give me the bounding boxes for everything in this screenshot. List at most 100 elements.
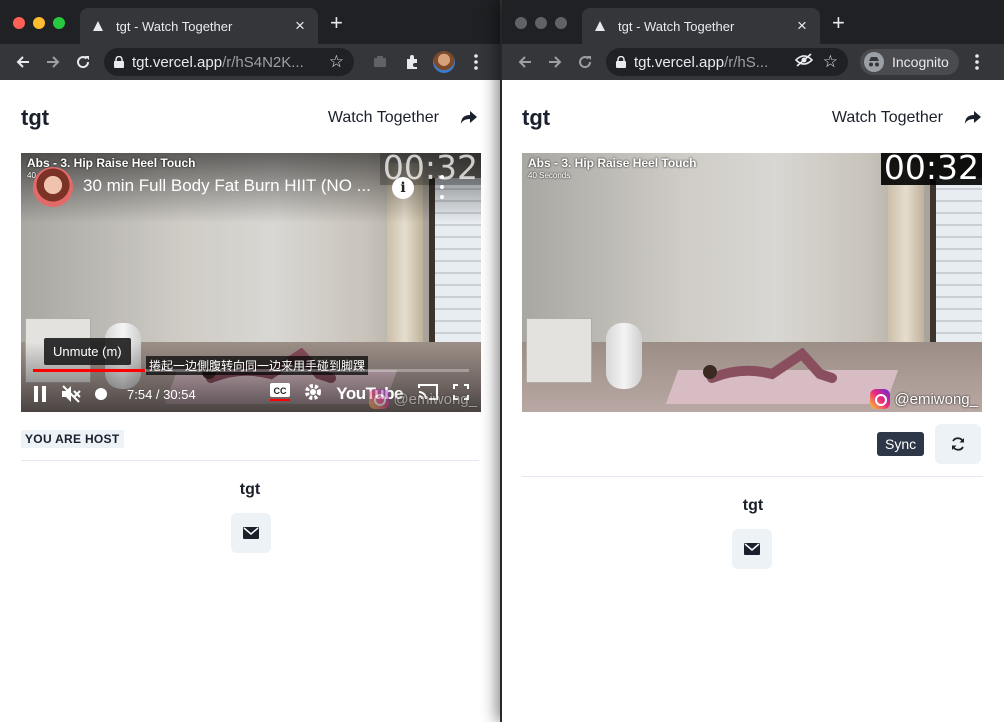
share-icon[interactable] (459, 108, 479, 128)
captions-cc-icon[interactable]: CC (270, 382, 291, 406)
more-options-icon[interactable] (439, 175, 445, 199)
sync-button[interactable] (935, 424, 981, 464)
divider (522, 476, 983, 477)
menu-kebab-icon[interactable] (965, 50, 989, 74)
brand-logo[interactable]: tgt (522, 105, 550, 131)
close-tab-icon[interactable]: × (794, 17, 810, 34)
window-controls (515, 17, 567, 29)
video-stool (606, 323, 642, 389)
instagram-icon (369, 389, 390, 409)
divider (21, 460, 479, 461)
reload-icon[interactable] (68, 47, 98, 77)
url-path: /r/hS... (724, 53, 769, 71)
mail-icon (744, 543, 760, 555)
incognito-label: Incognito (892, 54, 949, 70)
browser-window-right: tgt - Watch Together × + tgt.vercel.app /… (502, 0, 1004, 722)
progress-fill (33, 369, 145, 372)
menu-kebab-icon[interactable] (464, 50, 488, 74)
subtitle-caption: 捲起一边側腹转向同一边来用手碰到脚踝 (146, 356, 369, 375)
exercise-title: Abs - 3. Hip Raise Heel Touch (528, 156, 697, 170)
puzzle-extensions-icon[interactable] (400, 50, 424, 74)
yt-video-title[interactable]: 30 min Full Body Fat Burn HIIT (NO ... (83, 176, 383, 196)
back-icon[interactable] (510, 47, 540, 77)
watermark-handle: @emiwong_ (894, 390, 978, 408)
share-icon[interactable] (963, 108, 983, 128)
tab-strip: tgt - Watch Together × + (0, 0, 500, 44)
browser-toolbar: tgt.vercel.app/r/hS... ☆ Incognito (502, 44, 1004, 80)
url-host: tgt.vercel.app (132, 53, 223, 71)
video-player[interactable]: Abs - 3. Hip Raise Heel Touch 40 Seconds… (522, 153, 982, 412)
window-controls (13, 17, 65, 29)
new-tab-button[interactable]: + (330, 12, 343, 34)
mail-icon (243, 527, 259, 539)
browser-toolbar: tgt.vercel.app/r/hS4N2K... ☆ (0, 44, 500, 80)
progress-bar[interactable] (33, 369, 469, 372)
profile-avatar[interactable] (432, 50, 456, 74)
minimize-window-button[interactable] (33, 17, 45, 29)
instagram-icon (870, 389, 891, 409)
tab-strip: tgt - Watch Together × + (502, 0, 1004, 44)
url-path: /r/hS4N2K... (222, 53, 304, 71)
maximize-window-button[interactable] (53, 17, 65, 29)
lock-icon (114, 56, 124, 68)
email-button[interactable] (732, 529, 772, 569)
watch-together-link[interactable]: Watch Together (328, 109, 439, 127)
volume-slider-knob[interactable] (95, 382, 107, 406)
address-bar[interactable]: tgt.vercel.app/r/hS... ☆ (606, 48, 848, 76)
tab-title: tgt - Watch Together (116, 18, 233, 34)
incognito-icon (864, 52, 884, 72)
pause-icon[interactable] (33, 382, 47, 406)
unmute-tooltip: Unmute (m) (44, 338, 131, 365)
app-header: tgt Watch Together (21, 105, 479, 131)
new-tab-button[interactable]: + (832, 12, 845, 34)
email-button[interactable] (231, 513, 271, 553)
video-player[interactable]: Abs - 3. Hip Raise Heel Touch 40 00:32 3… (21, 153, 481, 412)
bookmark-star-icon[interactable]: ☆ (329, 52, 344, 72)
app-page: tgt Watch Together Abs - 3. Hip Raise He… (0, 80, 500, 722)
footer-title: tgt (239, 481, 261, 498)
settings-gear-icon[interactable] (304, 383, 322, 406)
brand-logo[interactable]: tgt (21, 105, 49, 131)
app-header: tgt Watch Together (522, 105, 983, 131)
time-display: 7:54 / 30:54 (127, 386, 196, 402)
reload-icon[interactable] (570, 47, 600, 77)
forward-icon[interactable] (540, 47, 570, 77)
triangle-favicon-icon (594, 20, 606, 32)
triangle-favicon-icon (92, 20, 104, 32)
app-page: tgt Watch Together Abs - 3. Hip Raise He… (502, 80, 1004, 722)
video-person (703, 348, 837, 383)
channel-avatar[interactable] (33, 167, 73, 207)
incognito-badge[interactable]: Incognito (860, 49, 959, 75)
watch-together-link[interactable]: Watch Together (832, 109, 943, 127)
bookmark-star-icon[interactable]: ☆ (823, 52, 838, 72)
extension-icon[interactable] (368, 50, 392, 74)
url-host: tgt.vercel.app (634, 53, 725, 71)
sync-tooltip: Sync (877, 432, 925, 456)
address-bar[interactable]: tgt.vercel.app/r/hS4N2K... ☆ (104, 48, 354, 76)
video-dresser (526, 318, 592, 383)
footer-title: tgt (742, 497, 764, 514)
sync-refresh-icon (952, 437, 964, 451)
minimize-window-button[interactable] (535, 17, 547, 29)
browser-window-left: tgt - Watch Together × + tgt.vercel.app /… (0, 0, 500, 722)
lock-icon (616, 56, 626, 68)
browser-tab[interactable]: tgt - Watch Together × (582, 8, 820, 44)
forward-icon[interactable] (38, 47, 68, 77)
back-icon[interactable] (8, 47, 38, 77)
tab-title: tgt - Watch Together (618, 18, 735, 34)
close-window-button[interactable] (13, 17, 25, 29)
instagram-watermark: @emiwong_ (369, 389, 477, 409)
svg-text:CC: CC (274, 386, 287, 396)
close-window-button[interactable] (515, 17, 527, 29)
info-icon[interactable]: i (392, 177, 414, 199)
muted-volume-icon[interactable] (61, 382, 81, 406)
instagram-watermark: @emiwong_ (870, 389, 978, 409)
browser-tab[interactable]: tgt - Watch Together × (80, 8, 318, 44)
close-tab-icon[interactable]: × (292, 17, 308, 34)
maximize-window-button[interactable] (555, 17, 567, 29)
exercise-duration: 40 Seconds (528, 171, 571, 180)
video-window (930, 178, 982, 368)
watermark-handle: @emiwong_ (393, 390, 477, 408)
exercise-timer: 00:32 (880, 153, 982, 185)
tracking-blocked-eye-icon[interactable] (794, 53, 813, 71)
